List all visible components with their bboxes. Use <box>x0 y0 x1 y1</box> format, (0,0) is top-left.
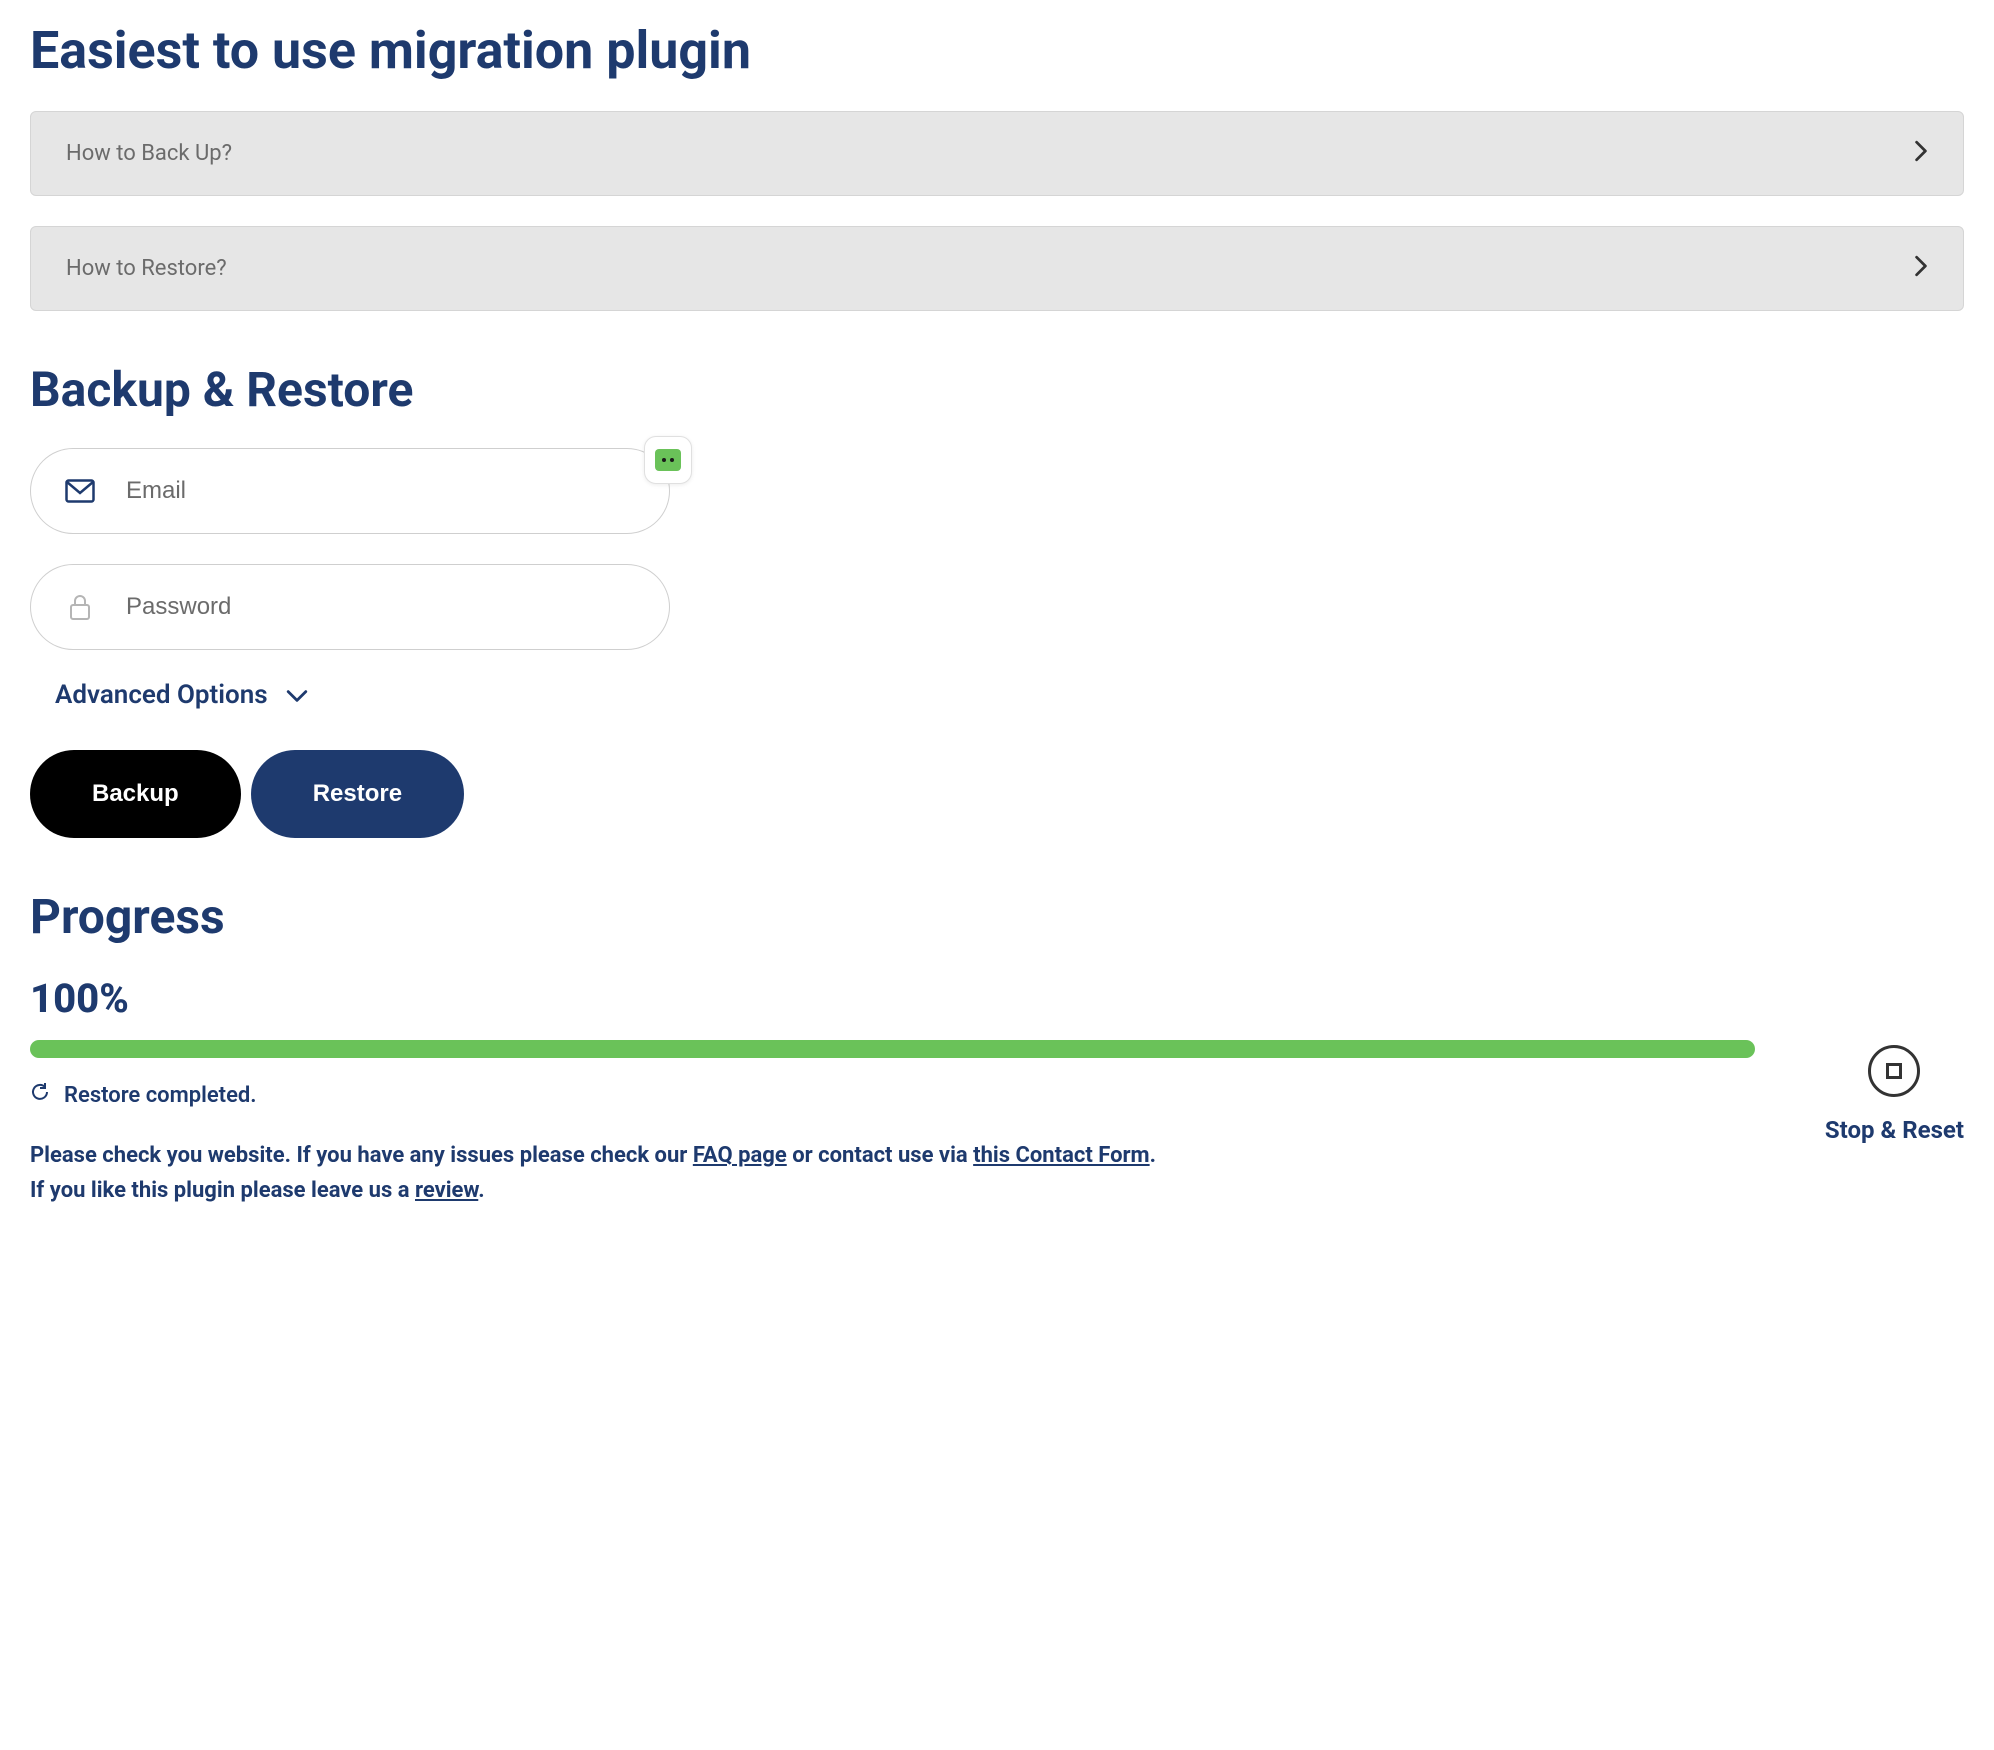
email-icon <box>65 476 95 506</box>
password-manager-icon[interactable] <box>644 436 692 484</box>
stop-reset-label: Stop & Reset <box>1825 1115 1964 1146</box>
restore-button[interactable]: Restore <box>251 750 464 838</box>
info-text-2: or contact use via <box>787 1143 973 1168</box>
accordion-label: How to Back Up? <box>66 141 232 166</box>
backup-button[interactable]: Backup <box>30 750 241 838</box>
info-text-period: . <box>1150 1143 1156 1168</box>
password-field-wrapper <box>30 564 670 650</box>
progress-info-text: Please check you website. If you have an… <box>30 1138 1755 1208</box>
chevron-right-icon <box>1914 140 1928 167</box>
stop-reset-button[interactable]: Stop & Reset <box>1825 1040 1964 1146</box>
progress-content: Restore completed. Please check you webs… <box>30 1040 1755 1208</box>
email-field-wrapper <box>30 448 670 534</box>
review-link[interactable]: review <box>415 1178 478 1203</box>
progress-status-text: Restore completed. <box>64 1083 257 1108</box>
accordion-how-to-restore[interactable]: How to Restore? <box>30 226 1964 311</box>
progress-row: Restore completed. Please check you webs… <box>30 1040 1964 1208</box>
section-title-progress: Progress <box>30 888 1964 945</box>
progress-percent: 100% <box>30 975 1964 1022</box>
chevron-right-icon <box>1914 255 1928 282</box>
password-field[interactable] <box>30 564 670 650</box>
page-title: Easiest to use migration plugin <box>30 20 1964 81</box>
backup-restore-form: Advanced Options Backup Restore <box>30 448 730 838</box>
stop-icon <box>1868 1045 1920 1097</box>
info-text-4: . <box>478 1178 484 1203</box>
progress-status-line: Restore completed. <box>30 1082 1755 1108</box>
contact-form-link[interactable]: this Contact Form <box>973 1143 1149 1168</box>
accordion-label: How to Restore? <box>66 256 227 281</box>
accordion-how-to-backup[interactable]: How to Back Up? <box>30 111 1964 196</box>
faq-link[interactable]: FAQ page <box>693 1143 787 1168</box>
info-text-1: Please check you website. If you have an… <box>30 1143 693 1168</box>
section-title-backup-restore: Backup & Restore <box>30 361 1964 418</box>
chevron-down-icon <box>286 680 308 710</box>
action-buttons: Backup Restore <box>30 750 730 838</box>
advanced-options-toggle[interactable]: Advanced Options <box>55 680 730 710</box>
progress-bar <box>30 1040 1755 1058</box>
refresh-icon <box>30 1082 50 1108</box>
advanced-options-label: Advanced Options <box>55 680 268 710</box>
lock-icon <box>65 592 95 622</box>
info-text-3: If you like this plugin please leave us … <box>30 1178 415 1203</box>
email-field[interactable] <box>30 448 670 534</box>
